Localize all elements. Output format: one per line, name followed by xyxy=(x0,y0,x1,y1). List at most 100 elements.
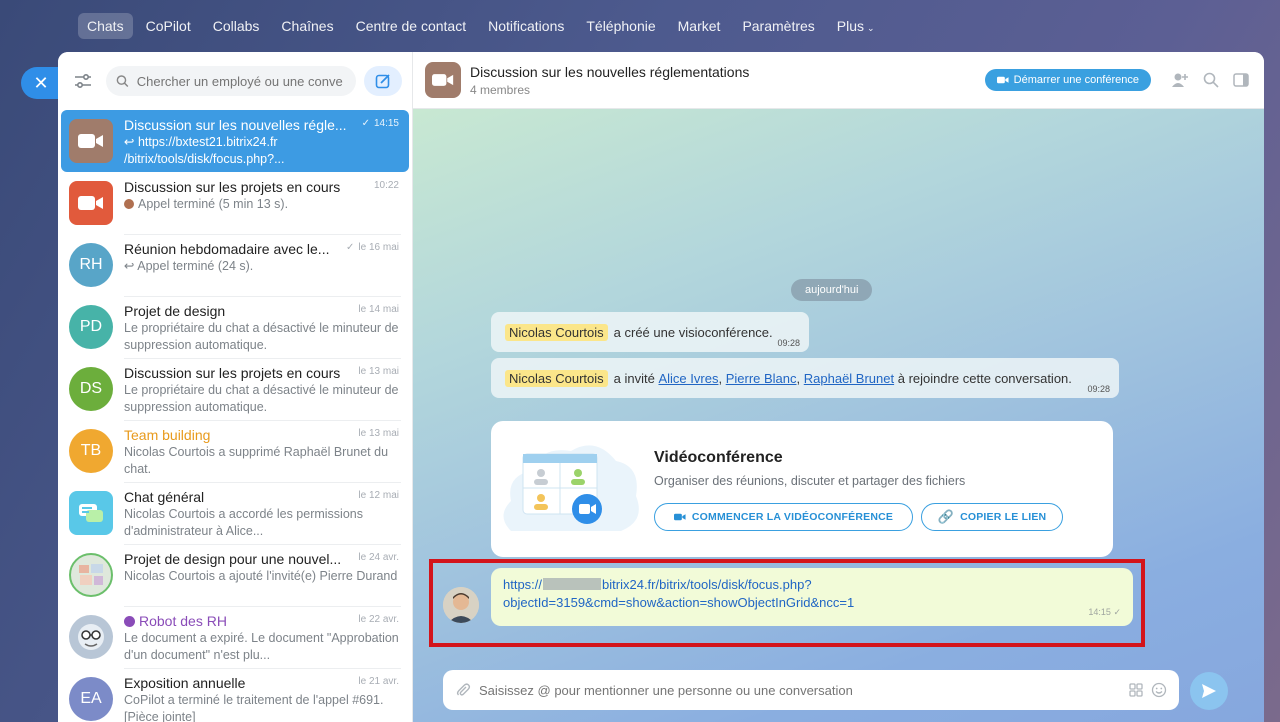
user-link-alice[interactable]: Alice Ivres xyxy=(658,371,718,386)
copy-link-button[interactable]: 🔗 COPIER LE LIEN xyxy=(921,503,1063,531)
avatar: PD xyxy=(69,305,113,349)
message-link[interactable]: https:// bitrix24.fr/bitrix/tools/disk/fo… xyxy=(503,577,854,610)
nav-settings[interactable]: Paramètres xyxy=(733,13,823,39)
conversation-avatar[interactable] xyxy=(425,62,461,98)
add-user-icon[interactable] xyxy=(1171,71,1189,89)
grid-icon[interactable] xyxy=(1129,683,1143,697)
chat-time: le 21 avr. xyxy=(358,676,399,687)
avatar: TB xyxy=(69,429,113,473)
nav-more[interactable]: Plus ⌄ xyxy=(828,13,884,39)
user-link-pierre[interactable]: Pierre Blanc xyxy=(726,371,797,386)
chat-preview: CoPilot a terminé le traitement de l'app… xyxy=(124,693,384,722)
system-message: Nicolas Courtois a invité Alice Ivres, P… xyxy=(491,358,1119,398)
chat-item[interactable]: Chat général le 12 mai Nicolas Courtois … xyxy=(61,482,409,544)
nav-telephony[interactable]: Téléphonie xyxy=(577,13,664,39)
video-camera-icon xyxy=(996,76,1009,84)
start-videoconference-label: COMMENCER LA VIDÉOCONFÉRENCE xyxy=(691,511,894,523)
search-icon[interactable] xyxy=(1202,71,1220,89)
chat-preview: Appel terminé (5 min 13 s). xyxy=(124,196,401,230)
chat-preview: Nicolas Courtois a ajouté l'invité(e) Pi… xyxy=(124,569,398,583)
close-icon: ✕ xyxy=(33,72,49,93)
message-input[interactable] xyxy=(479,682,1121,698)
chat-item[interactable]: Discussion sur les projets en cours 10:2… xyxy=(61,172,409,234)
chat-time: le 14 mai xyxy=(358,304,399,315)
chat-item[interactable]: EA Exposition annuelle le 21 avr. CoPilo… xyxy=(61,668,409,722)
send-icon xyxy=(1202,684,1216,698)
avatar xyxy=(69,491,113,535)
conversation-title-block[interactable]: Discussion sur les nouvelles réglementat… xyxy=(470,64,749,97)
avatar xyxy=(69,119,113,163)
chat-list: Discussion sur les nouvelles régle... ✓ 1… xyxy=(58,110,412,722)
date-separator: aujourd'hui xyxy=(791,279,873,301)
redacted-block xyxy=(543,578,602,590)
card-description: Organiser des réunions, discuter et part… xyxy=(654,474,966,488)
chat-time: le 24 avr. xyxy=(358,552,399,563)
separator: , xyxy=(718,370,723,386)
nav-contact-center[interactable]: Centre de contact xyxy=(347,13,476,39)
user-link-raphael[interactable]: Raphaël Brunet xyxy=(804,371,894,386)
chat-item[interactable]: TB Team building le 13 mai Nicolas Court… xyxy=(61,420,409,482)
sidebar-header xyxy=(58,52,412,110)
filter-icon[interactable] xyxy=(68,66,98,96)
chat-preview: Nicolas Courtois a supprimé Raphaël Brun… xyxy=(124,445,389,476)
member-count[interactable]: 4 membres xyxy=(470,83,749,97)
design-thumbnail-icon xyxy=(79,564,103,585)
nav-chaines[interactable]: Chaînes xyxy=(272,13,342,39)
user-mention[interactable]: Nicolas Courtois xyxy=(505,323,608,341)
chat-item[interactable]: PD Projet de design le 14 mai Le proprié… xyxy=(61,296,409,358)
avatar xyxy=(69,553,113,597)
user-photo-icon xyxy=(443,587,479,623)
message-link-part-c: objectId=3159&cmd=show&action=showObject… xyxy=(503,595,855,610)
sender-avatar[interactable] xyxy=(443,587,479,623)
send-button[interactable] xyxy=(1190,672,1228,710)
system-message: Nicolas Courtois a créé une visioconfére… xyxy=(491,312,809,352)
chevron-down-icon: ⌄ xyxy=(867,23,875,33)
new-chat-button[interactable] xyxy=(364,66,402,96)
chat-time-text: le 16 mai xyxy=(358,242,399,253)
start-videoconference-button[interactable]: COMMENCER LA VIDÉOCONFÉRENCE xyxy=(654,503,913,531)
nav-chats[interactable]: Chats xyxy=(78,13,133,39)
chat-preview: Le propriétaire du chat a désactivé le m… xyxy=(124,383,399,414)
chat-title-text: Robot des RH xyxy=(139,613,227,629)
top-navigation: Chats CoPilot Collabs Chaînes Centre de … xyxy=(78,12,884,40)
chat-item-selected[interactable]: Discussion sur les nouvelles régle... ✓ 1… xyxy=(61,110,409,172)
nav-copilot[interactable]: CoPilot xyxy=(137,13,200,39)
check-icon: ✓ xyxy=(1113,607,1121,617)
close-button[interactable]: ✕ xyxy=(21,67,61,99)
mini-avatar-icon xyxy=(124,199,134,209)
user-mention[interactable]: Nicolas Courtois xyxy=(505,369,608,387)
chat-preview: ↩ https://bxtest21.bitrix24.fr /bitrix/t… xyxy=(124,135,285,166)
check-icon: ✓ xyxy=(361,118,370,129)
copy-link-label: COPIER LE LIEN xyxy=(960,511,1047,523)
robot-icon xyxy=(78,624,104,650)
avatar: DS xyxy=(69,367,113,411)
search-input[interactable] xyxy=(136,73,346,89)
message-link-part-b: bitrix24.fr/bitrix/tools/disk/focus.php? xyxy=(602,577,812,592)
chat-item[interactable]: DS Discussion sur les projets en cours l… xyxy=(61,358,409,420)
video-camera-icon xyxy=(78,134,103,148)
paperclip-icon[interactable] xyxy=(455,682,471,698)
message-time-text: 14:15 xyxy=(1088,607,1111,617)
bot-icon xyxy=(124,616,135,627)
nav-notifications[interactable]: Notifications xyxy=(479,13,573,39)
check-icon: ✓ xyxy=(346,242,355,253)
nav-collabs[interactable]: Collabs xyxy=(204,13,269,39)
sidebar-toggle-icon[interactable] xyxy=(1232,71,1250,89)
nav-market[interactable]: Market xyxy=(669,13,730,39)
chat-time: ✓ 14:15 xyxy=(362,118,399,129)
start-conference-button[interactable]: Démarrer une conférence xyxy=(984,69,1151,91)
chat-item[interactable]: Robot des RH le 22 avr. Le document a ex… xyxy=(61,606,409,668)
emoji-icon[interactable] xyxy=(1151,682,1167,698)
chat-time: le 12 mai xyxy=(358,490,399,501)
chat-title: Discussion sur les nouvelles régle... xyxy=(124,117,347,133)
search-box[interactable] xyxy=(106,66,356,96)
message-bubble: https:// bitrix24.fr/bitrix/tools/disk/fo… xyxy=(491,568,1133,626)
message-area: aujourd'hui Nicolas Courtois a créé une … xyxy=(413,109,1264,722)
left-rail xyxy=(0,52,58,722)
system-message-text: a créé une visioconférence. xyxy=(613,324,773,340)
chat-preview: Le document a expiré. Le document "Appro… xyxy=(124,631,399,662)
chat-item[interactable]: Projet de design pour une nouvel... le 2… xyxy=(61,544,409,606)
avatar xyxy=(69,615,113,659)
chat-item[interactable]: RH Réunion hebdomadaire avec le... ✓ le 1… xyxy=(61,234,409,296)
chat-time: le 13 mai xyxy=(358,428,399,439)
